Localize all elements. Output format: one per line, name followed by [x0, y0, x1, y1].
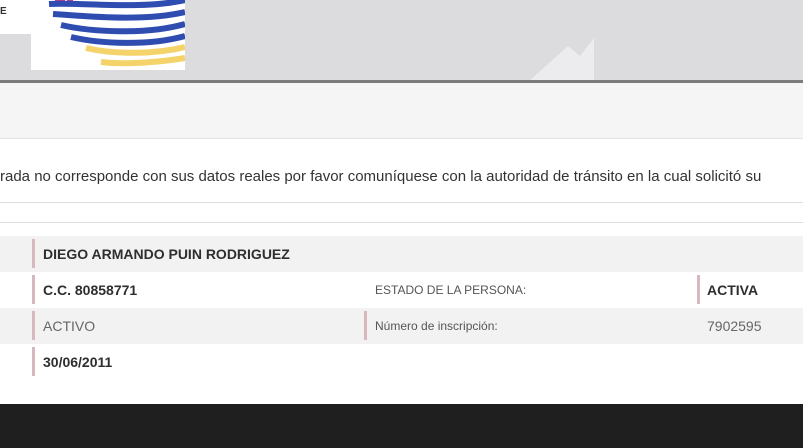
row-document: C.C. 80858771 ESTADO DE LA PERSONA: ACTI… — [0, 272, 803, 308]
inscripcion-label: Número de inscripción: — [375, 319, 498, 333]
notice-section: rada no corresponde con sus datos reales… — [0, 138, 803, 203]
logo-text-box: E — [0, 0, 31, 34]
row-accent-bar — [697, 275, 700, 304]
row-accent-bar — [32, 347, 35, 376]
row-date: 30/06/2011 — [0, 344, 803, 380]
row-accent-bar — [364, 311, 367, 340]
row-accent-bar — [32, 275, 35, 304]
notice-text: rada no corresponde con sus datos reales… — [0, 168, 762, 185]
document-number: C.C. 80858771 — [43, 282, 138, 298]
logo-text: E — [0, 6, 7, 17]
row-name: DIEGO ARMANDO PUIN RODRIGUEZ — [0, 236, 803, 272]
estado-value: ACTIVA — [707, 282, 759, 298]
decorative-shape — [528, 38, 594, 82]
site-header: E — [0, 0, 803, 82]
status-value: ACTIVO — [43, 318, 96, 334]
row-accent-bar — [32, 311, 35, 340]
logo-graphic — [31, 0, 186, 70]
person-name: DIEGO ARMANDO PUIN RODRIGUEZ — [43, 246, 290, 262]
inscripcion-value: 7902595 — [707, 318, 762, 334]
estado-label: ESTADO DE LA PERSONA: — [375, 283, 527, 297]
toolbar-bar — [0, 83, 803, 139]
footer — [0, 404, 803, 448]
section-divider — [0, 222, 803, 223]
row-status: ACTIVO Número de inscripción: 7902595 — [0, 308, 803, 344]
row-accent-bar — [32, 239, 35, 268]
registration-date: 30/06/2011 — [43, 354, 113, 370]
